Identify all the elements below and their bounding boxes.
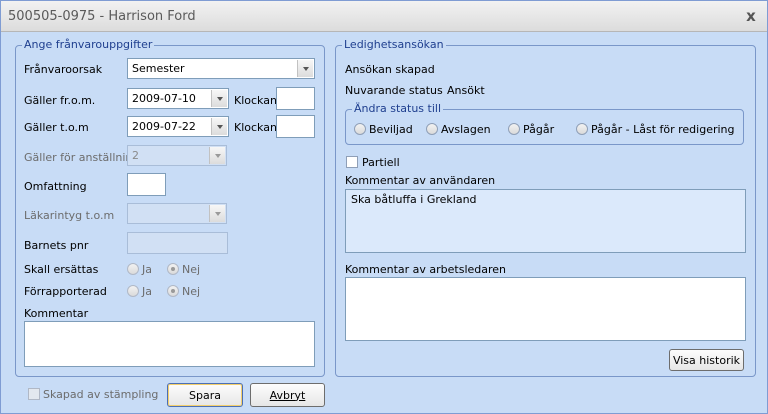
barnets-pnr-input bbox=[127, 232, 228, 254]
title-bar[interactable]: 500505-0975 - Harrison Ford x bbox=[1, 1, 767, 32]
close-icon[interactable]: x bbox=[743, 8, 759, 24]
change-status-legend: Ändra status till bbox=[352, 102, 444, 115]
kommentar-anvandaren-label: Kommentar av användaren bbox=[345, 174, 496, 187]
status-pagar-last-label[interactable]: Pågår - Låst för redigering bbox=[591, 123, 735, 136]
status-pagar-radio[interactable] bbox=[508, 123, 520, 135]
anstallning-select: 2 bbox=[127, 145, 227, 166]
forrapporterad-nej-label: Nej bbox=[182, 285, 201, 298]
forrapporterad-ja-radio bbox=[127, 285, 139, 297]
status-pagar-label[interactable]: Pågår bbox=[523, 123, 554, 136]
galler-from-value: 2009-07-10 bbox=[132, 92, 196, 105]
status-avslagen-label[interactable]: Avslagen bbox=[441, 123, 491, 136]
kommentar-arbetsledaren-label: Kommentar av arbetsledaren bbox=[345, 263, 507, 276]
barnets-pnr-label: Barnets pnr bbox=[24, 239, 89, 252]
kommentar-arbetsledaren-textarea[interactable] bbox=[345, 277, 746, 341]
status-pagar-last-radio[interactable] bbox=[576, 123, 588, 135]
cancel-button-label: Avbryt bbox=[269, 388, 306, 402]
ansokan-skapad-text: Ansökan skapad bbox=[345, 63, 435, 76]
chevron-down-icon bbox=[209, 147, 225, 164]
kommentar-textarea[interactable] bbox=[24, 321, 315, 367]
galler-tom-time-input[interactable] bbox=[276, 115, 315, 138]
skapad-av-stampling-label: Skapad av stämpling bbox=[43, 388, 159, 401]
forrapporterad-label: Förrapporterad bbox=[24, 285, 107, 298]
galler-from-time-input[interactable] bbox=[276, 87, 315, 110]
chevron-down-icon[interactable] bbox=[211, 118, 227, 135]
forrapporterad-ja-label: Ja bbox=[142, 285, 152, 298]
save-button[interactable]: Spara bbox=[167, 383, 243, 407]
omfattning-label: Omfattning bbox=[24, 180, 87, 193]
skall-ersattas-ja-label: Ja bbox=[142, 263, 152, 276]
kommentar-anvandaren-textarea: Ska båtluffa i Grekland bbox=[345, 189, 746, 253]
skall-ersattas-label: Skall ersättas bbox=[24, 263, 99, 276]
partiell-label[interactable]: Partiell bbox=[362, 156, 400, 169]
galler-from-label: Gäller fr.o.m. bbox=[24, 94, 96, 107]
visa-historik-button[interactable]: Visa historik bbox=[669, 349, 744, 371]
lakarintyg-select bbox=[127, 203, 227, 224]
skapad-av-stampling-checkbox bbox=[28, 388, 40, 400]
kommentar-label: Kommentar bbox=[24, 307, 89, 320]
dialog-window: 500505-0975 - Harrison Ford x Ange frånv… bbox=[0, 0, 768, 414]
galler-from-date[interactable]: 2009-07-10 bbox=[127, 88, 229, 109]
partiell-checkbox[interactable] bbox=[346, 156, 358, 168]
galler-tom-date[interactable]: 2009-07-22 bbox=[127, 116, 229, 137]
lakarintyg-label: Läkarintyg t.o.m bbox=[24, 209, 115, 222]
galler-tom-value: 2009-07-22 bbox=[132, 120, 196, 133]
anstallning-value: 2 bbox=[132, 149, 139, 162]
omfattning-input[interactable] bbox=[127, 173, 166, 196]
skall-ersattas-ja-radio bbox=[127, 263, 139, 275]
galler-tom-time-label: Klockan bbox=[234, 121, 277, 134]
galler-from-time-label: Klockan bbox=[234, 94, 277, 107]
absence-details-legend: Ange frånvarouppgifter bbox=[22, 38, 155, 51]
galler-tom-label: Gäller t.o.m bbox=[24, 121, 89, 134]
chevron-down-icon[interactable] bbox=[297, 60, 313, 77]
nuvarande-status-label: Nuvarande status bbox=[345, 84, 443, 97]
franvaroorsak-select[interactable]: Semester bbox=[127, 58, 315, 79]
status-beviljad-radio[interactable] bbox=[354, 123, 366, 135]
nuvarande-status-value: Ansökt bbox=[447, 84, 485, 97]
franvaroorsak-label: Frånvaroorsak bbox=[24, 63, 103, 76]
cancel-button[interactable]: Avbryt bbox=[250, 383, 325, 407]
status-beviljad-label[interactable]: Beviljad bbox=[369, 123, 413, 136]
franvaroorsak-value: Semester bbox=[132, 62, 185, 75]
leave-application-legend: Ledighetsansökan bbox=[342, 38, 446, 51]
skall-ersattas-nej-label: Nej bbox=[182, 263, 201, 276]
anstallning-label: Gäller för anställning bbox=[24, 151, 140, 164]
status-avslagen-radio[interactable] bbox=[426, 123, 438, 135]
forrapporterad-nej-radio bbox=[167, 285, 179, 297]
skall-ersattas-nej-radio bbox=[167, 263, 179, 275]
chevron-down-icon[interactable] bbox=[211, 90, 227, 107]
chevron-down-icon bbox=[209, 205, 225, 222]
window-title: 500505-0975 - Harrison Ford bbox=[8, 9, 196, 24]
